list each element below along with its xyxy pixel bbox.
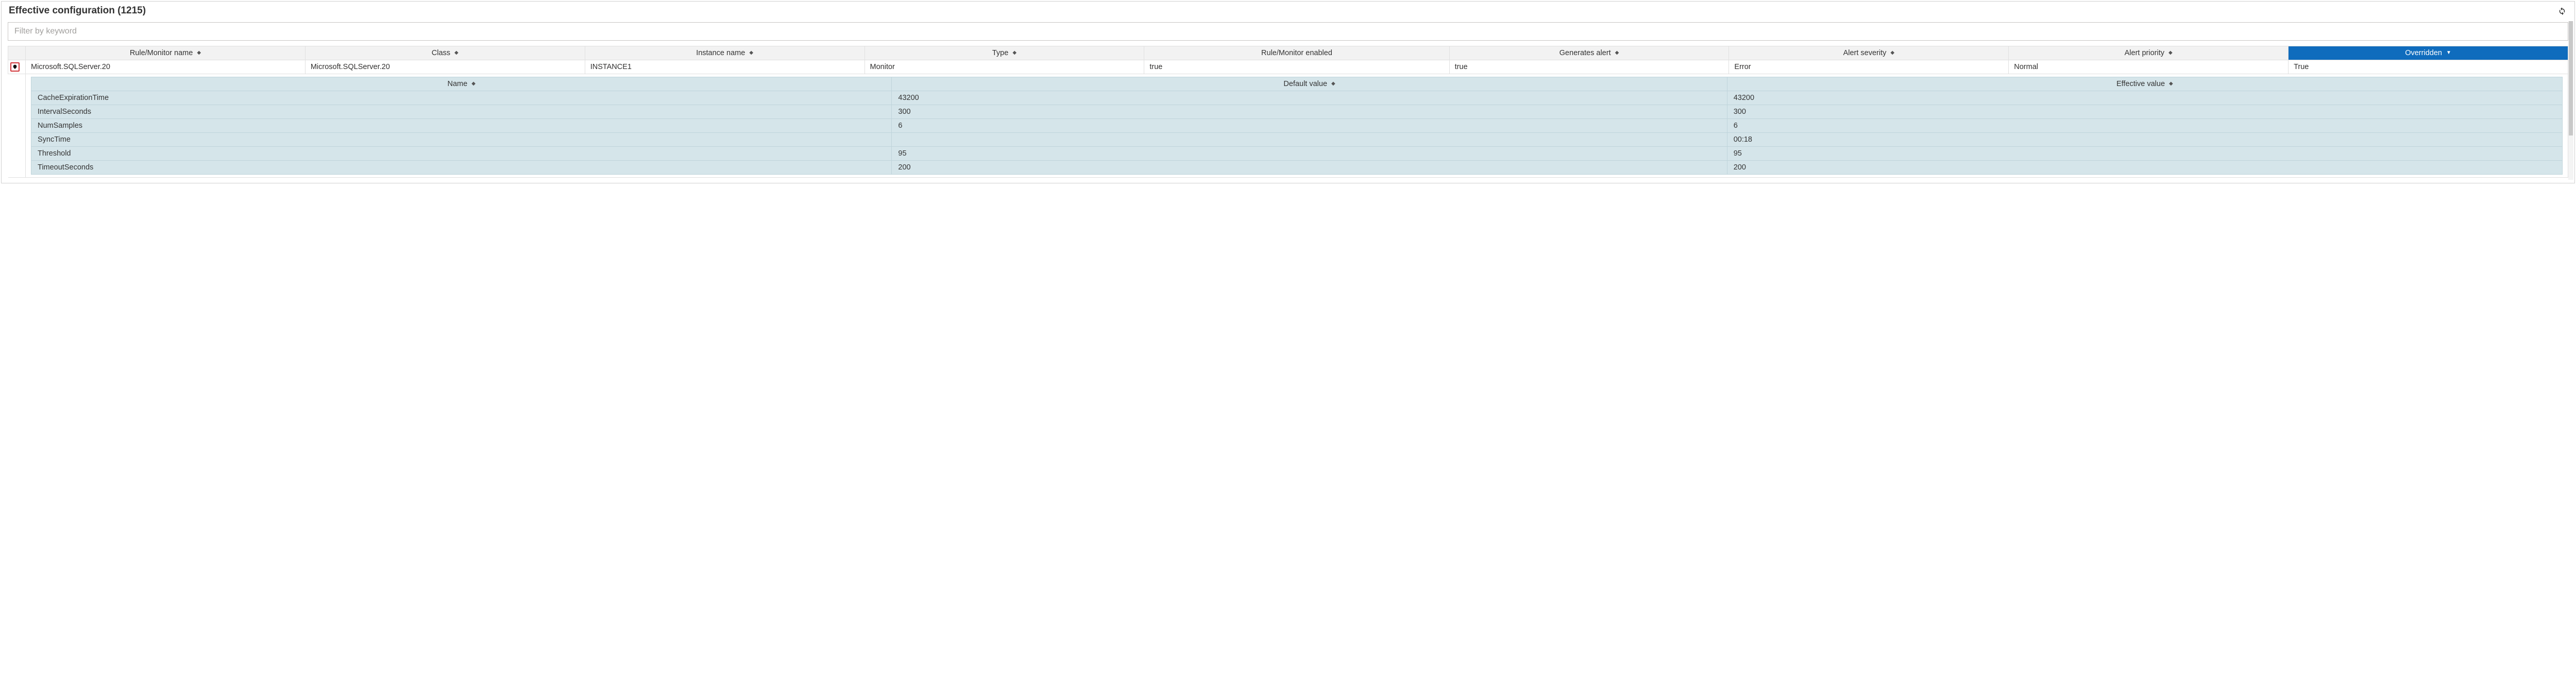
detail-header-row: Name◆Default value◆Effective value◆ bbox=[31, 77, 2563, 91]
scrollbar-thumb[interactable] bbox=[2569, 21, 2573, 135]
panel-title: Effective configuration (1215) bbox=[9, 5, 146, 16]
detail-cell-default: 6 bbox=[892, 119, 1727, 133]
detail-row: SyncTime 00:18 bbox=[31, 133, 2563, 147]
detail-col-name[interactable]: Name◆ bbox=[31, 77, 892, 91]
cell-instance-name: INSTANCE1 bbox=[585, 60, 865, 74]
detail-cell-default: 95 bbox=[892, 147, 1727, 161]
detail-cell-effective: 00:18 bbox=[1727, 133, 2562, 147]
detail-cell-name: Threshold bbox=[31, 147, 892, 161]
detail-col-default[interactable]: Default value◆ bbox=[892, 77, 1727, 91]
detail-cell-default bbox=[892, 133, 1727, 147]
table-header-row: Rule/Monitor name◆ Class◆ Instance name◆… bbox=[8, 46, 2568, 60]
detail-row: NumSamples66 bbox=[31, 119, 2563, 133]
cell-rule-monitor-name: Microsoft.SQLServer.20 bbox=[26, 60, 306, 74]
detail-cell-name: CacheExpirationTime bbox=[31, 91, 892, 105]
detail-row: Threshold9595 bbox=[31, 147, 2563, 161]
sort-icon: ◆ bbox=[1890, 50, 1894, 56]
col-rule-monitor-name[interactable]: Rule/Monitor name◆ bbox=[26, 46, 306, 60]
col-alert-severity[interactable]: Alert severity◆ bbox=[1729, 46, 2009, 60]
detail-cell-effective: 95 bbox=[1727, 147, 2562, 161]
detail-cell-effective: 300 bbox=[1727, 105, 2562, 119]
col-generates-alert[interactable]: Generates alert◆ bbox=[1449, 46, 1729, 60]
cell-rule-monitor-enabled: true bbox=[1144, 60, 1449, 74]
cell-alert-severity: Error bbox=[1729, 60, 2009, 74]
config-table: Rule/Monitor name◆ Class◆ Instance name◆… bbox=[8, 46, 2568, 178]
chevron-down-icon bbox=[11, 63, 19, 71]
detail-row: CacheExpirationTime4320043200 bbox=[31, 91, 2563, 105]
detail-indent-spacer bbox=[8, 74, 26, 178]
detail-cell-default: 300 bbox=[892, 105, 1727, 119]
expand-row-button[interactable] bbox=[10, 62, 20, 72]
detail-cell-effective: 6 bbox=[1727, 119, 2562, 133]
cell-overridden: True bbox=[2289, 60, 2568, 74]
detail-table: Name◆Default value◆Effective value◆Cache… bbox=[31, 77, 2563, 175]
col-overridden[interactable]: Overridden▼ bbox=[2289, 46, 2568, 60]
scrollbar-vertical[interactable] bbox=[2568, 21, 2573, 180]
filter-input[interactable] bbox=[8, 22, 2568, 41]
sort-icon: ◆ bbox=[471, 81, 476, 87]
refresh-button[interactable] bbox=[2556, 5, 2568, 17]
detail-cell-effective: 200 bbox=[1727, 161, 2562, 175]
col-expand-toggle bbox=[8, 46, 26, 60]
sort-icon: ◆ bbox=[197, 50, 201, 56]
panel-body: Rule/Monitor name◆ Class◆ Instance name◆… bbox=[2, 19, 2574, 183]
detail-cell-effective: 43200 bbox=[1727, 91, 2562, 105]
cell-type: Monitor bbox=[865, 60, 1144, 74]
refresh-icon bbox=[2557, 6, 2567, 15]
sort-icon: ◆ bbox=[2168, 50, 2173, 56]
col-alert-priority[interactable]: Alert priority◆ bbox=[2009, 46, 2289, 60]
table-row[interactable]: Microsoft.SQLServer.20Microsoft.SQLServe… bbox=[8, 60, 2568, 74]
detail-container: Name◆Default value◆Effective value◆Cache… bbox=[26, 74, 2568, 178]
sort-icon: ◆ bbox=[2169, 81, 2173, 87]
panel-header: Effective configuration (1215) bbox=[2, 2, 2574, 19]
sort-icon: ◆ bbox=[1615, 50, 1619, 56]
sort-icon: ◆ bbox=[1331, 81, 1335, 87]
detail-cell-name: NumSamples bbox=[31, 119, 892, 133]
detail-cell-default: 43200 bbox=[892, 91, 1727, 105]
col-class[interactable]: Class◆ bbox=[305, 46, 585, 60]
cell-class: Microsoft.SQLServer.20 bbox=[305, 60, 585, 74]
detail-row: IntervalSeconds300300 bbox=[31, 105, 2563, 119]
col-type[interactable]: Type◆ bbox=[865, 46, 1144, 60]
expanded-detail-row: Name◆Default value◆Effective value◆Cache… bbox=[8, 74, 2568, 178]
detail-cell-default: 200 bbox=[892, 161, 1727, 175]
sort-icon: ◆ bbox=[749, 50, 753, 56]
sort-icon: ◆ bbox=[1012, 50, 1016, 56]
col-rule-monitor-enabled[interactable]: Rule/Monitor enabled bbox=[1144, 46, 1449, 60]
detail-cell-name: SyncTime bbox=[31, 133, 892, 147]
cell-alert-priority: Normal bbox=[2009, 60, 2289, 74]
detail-cell-name: IntervalSeconds bbox=[31, 105, 892, 119]
sort-desc-icon: ▼ bbox=[2446, 50, 2451, 56]
sort-icon: ◆ bbox=[454, 50, 459, 56]
cell-generates-alert: true bbox=[1449, 60, 1729, 74]
expand-cell bbox=[8, 60, 26, 74]
col-instance-name[interactable]: Instance name◆ bbox=[585, 46, 865, 60]
effective-configuration-panel: Effective configuration (1215) Rule/Moni… bbox=[1, 1, 2575, 183]
detail-cell-name: TimeoutSeconds bbox=[31, 161, 892, 175]
detail-row: TimeoutSeconds200200 bbox=[31, 161, 2563, 175]
detail-col-effective[interactable]: Effective value◆ bbox=[1727, 77, 2562, 91]
